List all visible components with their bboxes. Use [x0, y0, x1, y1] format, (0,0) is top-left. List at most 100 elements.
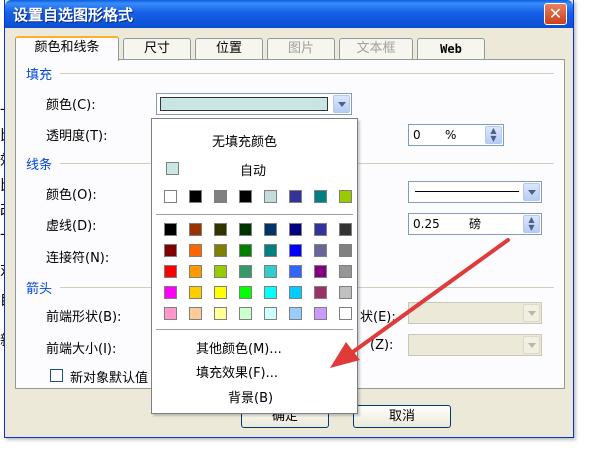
line-section-label: 线条 — [26, 158, 53, 173]
fill-color-menu: 无填充颜色 自动 其他颜色(M)... 填充效果(F)... 背景(B) — [151, 118, 358, 414]
palette-color-swatch[interactable] — [214, 307, 227, 320]
palette-color-swatch[interactable] — [214, 223, 227, 236]
tab-position[interactable]: 位置 — [195, 38, 263, 60]
recent-color-swatch[interactable] — [264, 190, 277, 203]
transparency-unit: % — [445, 128, 457, 142]
divider — [60, 73, 554, 74]
palette-color-swatch[interactable] — [339, 223, 352, 236]
begin-size-label: 前端大小(I): — [46, 342, 117, 357]
palette-color-swatch[interactable] — [339, 244, 352, 257]
tab-size[interactable]: 尺寸 — [123, 38, 191, 60]
palette-color-swatch[interactable] — [264, 307, 277, 320]
palette-color-swatch[interactable] — [164, 244, 177, 257]
recent-color-swatch[interactable] — [214, 190, 227, 203]
line-weight-value: 0.25 — [413, 217, 440, 231]
close-icon: ✕ — [548, 4, 563, 23]
recent-color-swatch[interactable] — [189, 190, 202, 203]
title-bar[interactable]: 设置自选图形格式 ✕ — [5, 0, 573, 28]
palette-color-swatch[interactable] — [189, 307, 202, 320]
transparency-label: 透明度(T): — [46, 129, 108, 144]
palette-color-swatch[interactable] — [289, 223, 302, 236]
palette-color-swatch[interactable] — [214, 265, 227, 278]
chevron-down-icon — [523, 304, 540, 322]
recent-color-swatch[interactable] — [239, 190, 252, 203]
line-weight-unit: 磅 — [469, 217, 482, 231]
dash-label: 虚线(D): — [46, 219, 97, 234]
dialog-title: 设置自选图形格式 — [13, 6, 134, 24]
menu-item-no-fill[interactable]: 无填充颜色 — [212, 131, 277, 150]
palette-color-swatch[interactable] — [264, 265, 277, 278]
palette-color-swatch[interactable] — [214, 286, 227, 299]
palette-color-swatch[interactable] — [314, 223, 327, 236]
end-size-label: (Z): — [370, 338, 394, 353]
arrows-section-label: 箭头 — [26, 282, 53, 297]
recent-color-swatch[interactable] — [339, 190, 352, 203]
palette-color-swatch[interactable] — [239, 244, 252, 257]
palette-color-swatch[interactable] — [164, 307, 177, 320]
chevron-down-icon[interactable] — [333, 95, 350, 113]
spin-arrows-icon[interactable]: ▲ ▼ — [523, 215, 540, 233]
recent-color-swatch[interactable] — [289, 190, 302, 203]
palette-color-swatch[interactable] — [214, 244, 227, 257]
tab-web[interactable]: Web — [417, 38, 485, 60]
menu-item-background[interactable]: 背景(B) — [228, 387, 273, 406]
palette-color-swatch[interactable] — [289, 244, 302, 257]
palette-color-swatch[interactable] — [289, 286, 302, 299]
begin-style-label: 前端形状(B): — [46, 310, 122, 325]
line-color-label: 颜色(O): — [46, 188, 97, 203]
tab-text-box[interactable]: 文本框 — [339, 38, 413, 60]
palette-color-swatch[interactable] — [264, 244, 277, 257]
end-style-label: 状(E): — [360, 310, 396, 325]
palette-color-swatch[interactable] — [239, 265, 252, 278]
tab-picture[interactable]: 图片 — [267, 38, 335, 60]
recent-color-swatch[interactable] — [164, 190, 177, 203]
menu-item-automatic[interactable]: 自动 — [240, 160, 266, 179]
close-button[interactable]: ✕ — [544, 3, 567, 25]
palette-color-swatch[interactable] — [314, 265, 327, 278]
end-style-dropdown[interactable] — [408, 302, 542, 324]
palette-color-swatch[interactable] — [289, 307, 302, 320]
chevron-down-icon — [523, 336, 540, 354]
cancel-button[interactable]: 取消 — [353, 405, 451, 428]
palette-color-swatch[interactable] — [189, 265, 202, 278]
palette-color-swatch[interactable] — [314, 307, 327, 320]
palette-color-swatch[interactable] — [264, 286, 277, 299]
palette-color-swatch[interactable] — [239, 307, 252, 320]
spin-arrows-icon[interactable]: ▲ ▼ — [485, 126, 502, 144]
default-for-new-objects-checkbox[interactable] — [50, 369, 63, 382]
menu-item-fill-effects[interactable]: 填充效果(F)... — [196, 362, 278, 381]
palette-color-swatch[interactable] — [189, 244, 202, 257]
chevron-down-icon[interactable] — [523, 183, 540, 201]
fill-section-label: 填充 — [26, 68, 53, 83]
palette-color-swatch[interactable] — [164, 265, 177, 278]
palette-color-swatch[interactable] — [339, 265, 352, 278]
palette-color-swatch[interactable] — [189, 223, 202, 236]
palette-color-swatch[interactable] — [339, 307, 352, 320]
transparency-spinbox[interactable]: 0 % ▲ ▼ — [408, 124, 504, 146]
menu-item-more-colors[interactable]: 其他颜色(M)... — [196, 338, 282, 357]
menu-separator — [156, 214, 353, 215]
palette-color-swatch[interactable] — [239, 223, 252, 236]
palette-color-swatch[interactable] — [164, 223, 177, 236]
auto-color-swatch[interactable] — [166, 162, 179, 175]
tab-colors-and-lines[interactable]: 颜色和线条 — [15, 36, 119, 61]
end-size-dropdown[interactable] — [408, 334, 542, 356]
fill-color-swatch — [160, 97, 328, 111]
line-weight-spinbox[interactable]: 0.25 磅 ▲ ▼ — [408, 213, 542, 235]
line-style-dropdown[interactable] — [408, 181, 542, 203]
fill-color-dropdown[interactable] — [156, 93, 352, 115]
palette-color-swatch[interactable] — [164, 286, 177, 299]
palette-color-swatch[interactable] — [339, 286, 352, 299]
palette-color-swatch[interactable] — [264, 223, 277, 236]
palette-color-swatch[interactable] — [239, 286, 252, 299]
palette-color-swatch[interactable] — [189, 286, 202, 299]
fill-color-label: 颜色(C): — [46, 98, 96, 113]
transparency-value: 0 — [413, 128, 421, 142]
menu-separator — [156, 329, 353, 330]
palette-color-swatch[interactable] — [314, 244, 327, 257]
line-style-preview — [415, 191, 519, 192]
connector-label: 连接符(N): — [46, 251, 110, 266]
palette-color-swatch[interactable] — [289, 265, 302, 278]
palette-color-swatch[interactable] — [314, 286, 327, 299]
recent-color-swatch[interactable] — [314, 190, 327, 203]
